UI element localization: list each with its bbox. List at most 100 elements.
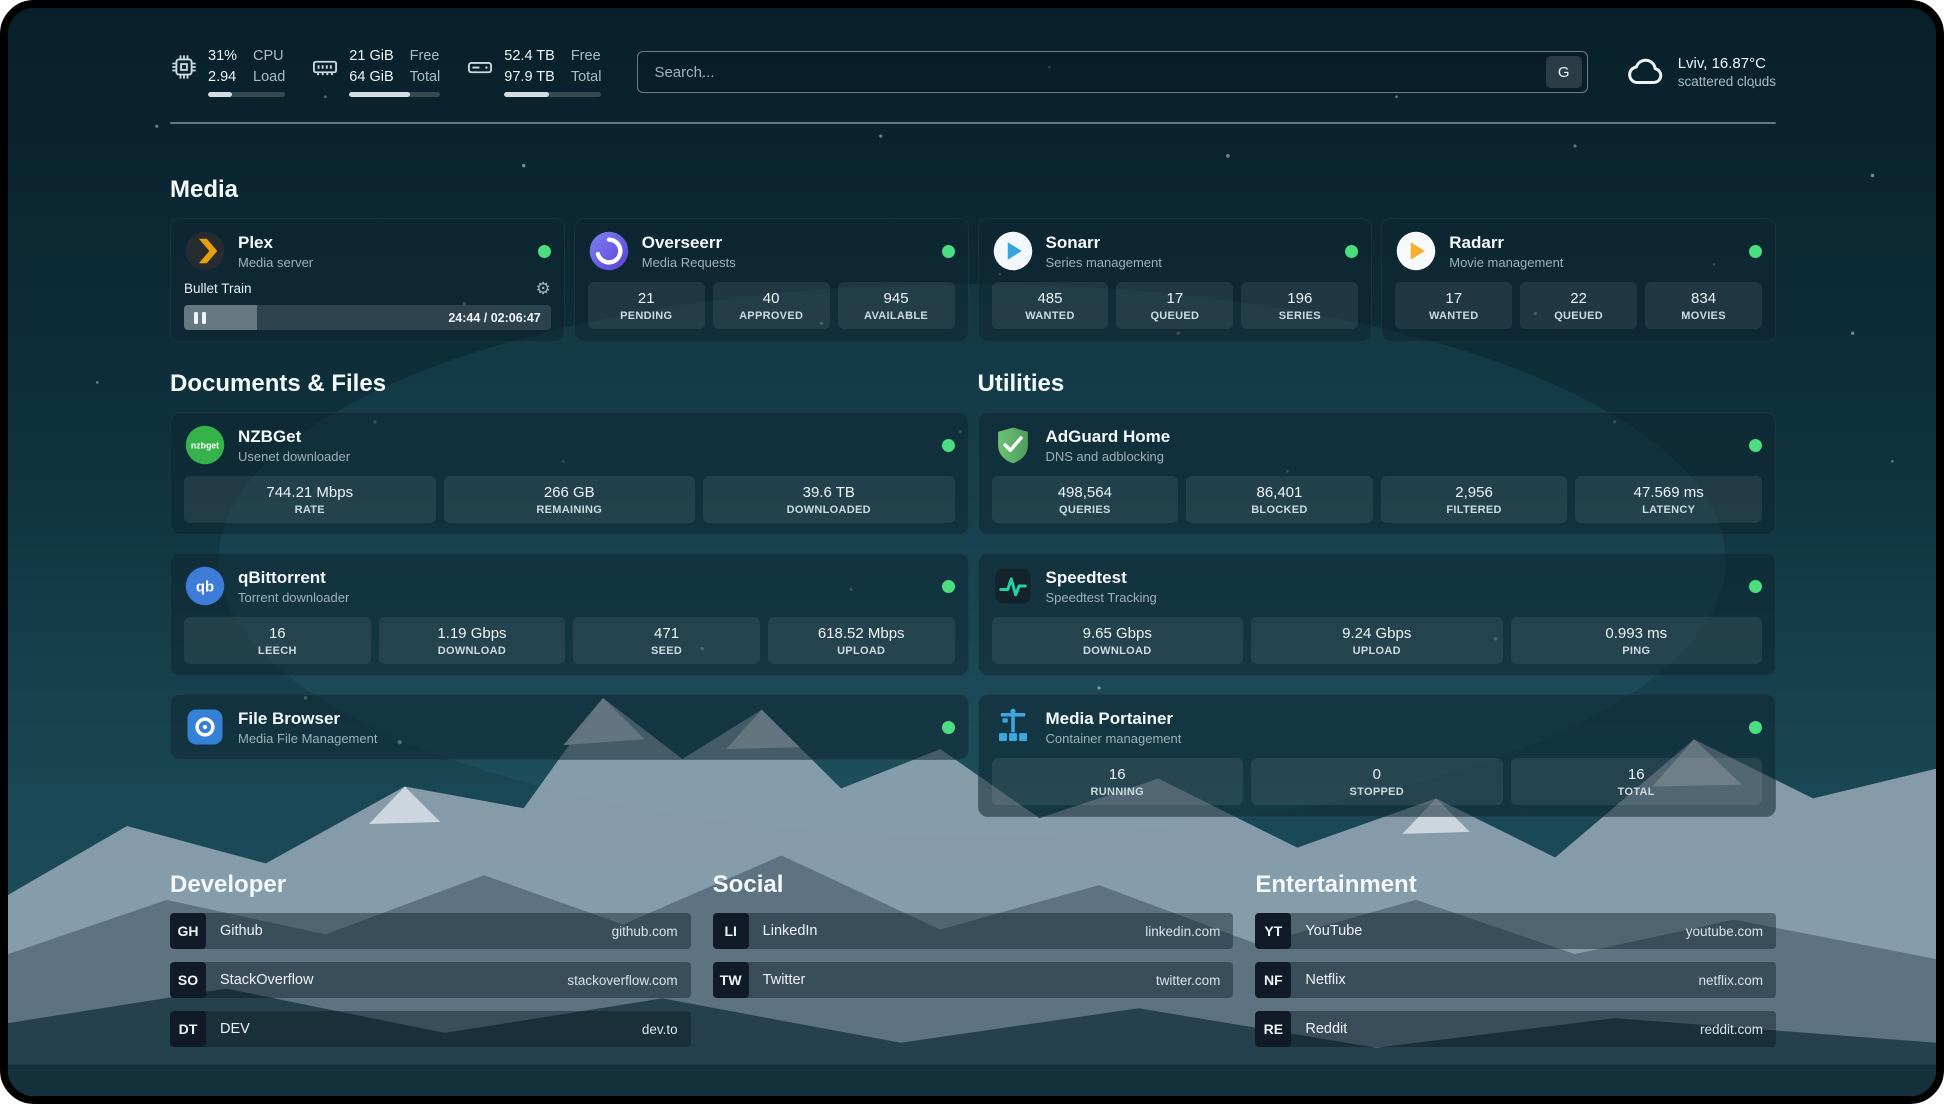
app-subtitle: DNS and adblocking [1046,449,1171,464]
app-card-plex: Plex Media server Bullet Train ⚙ 24:44 /… [170,218,565,342]
cpu-chip-icon [170,53,198,81]
playback-progress-bar[interactable]: 24:44 / 02:06:47 [184,305,551,330]
speedtest-icon [992,565,1034,607]
bookmark-name: Netflix [1305,972,1345,988]
stat: 1.19 Gbps DOWNLOAD [379,617,566,664]
stat-value: 1.19 Gbps [383,625,562,642]
bookmark-url: stackoverflow.com [567,973,690,988]
stat: 618.52 Mbps UPLOAD [768,617,955,664]
search-engine-button[interactable]: G [1546,56,1582,88]
cpu-progress-bar [208,92,285,97]
stats-row: 21 PENDING 40 APPROVED 945 AVAILABLE [588,282,955,329]
app-title: Plex [238,233,313,253]
stats-row: 16 LEECH 1.19 Gbps DOWNLOAD 471 SEED 6 [184,617,955,664]
stat-label: BLOCKED [1190,504,1369,516]
status-dot [942,439,955,452]
app-link-plex[interactable]: Plex Media server [184,230,551,272]
status-dot [538,245,551,258]
svg-text:qb: qb [196,579,214,595]
cpu-widget: 31% 2.94 CPU Load [170,47,285,96]
stat-label: REMAINING [448,504,692,516]
app-subtitle: Torrent downloader [238,590,349,605]
bookmark-url: dev.to [642,1022,691,1037]
search-input[interactable] [654,64,1545,81]
bookmark-name: LinkedIn [763,923,818,939]
stat-value: 2,956 [1385,484,1564,501]
app-card-filebrowser: File Browser Media File Management [170,694,969,760]
adguard-icon [992,424,1034,466]
settings-gear-icon[interactable]: ⚙ [536,280,551,297]
stat-label: APPROVED [717,310,826,322]
stat-value: 196 [1245,290,1354,307]
memory-values: 21 GiB 64 GiB [349,47,393,85]
stat-label: DOWNLOAD [383,645,562,657]
bookmark-twitter[interactable]: TW Twitter twitter.com [713,962,1234,998]
bookmark-badge: YT [1255,913,1291,949]
stat-value: 498,564 [996,484,1175,501]
bookmark-stackoverflow[interactable]: SO StackOverflow stackoverflow.com [170,962,691,998]
bookmark-name: DEV [220,1021,250,1037]
bookmark-github[interactable]: GH Github github.com [170,913,691,949]
app-subtitle: Media Requests [642,255,736,270]
app-card-overseerr: Overseerr Media Requests 21 PENDING 40 A… [574,218,969,342]
app-subtitle: Container management [1046,731,1182,746]
stat: 834 MOVIES [1645,282,1762,329]
app-title: NZBGet [238,427,350,447]
bookmark-badge: NF [1255,962,1291,998]
bookmark-dev[interactable]: DT DEV dev.to [170,1011,691,1047]
stat-value: 834 [1649,290,1758,307]
stat-label: WANTED [996,310,1105,322]
app-link-speedtest[interactable]: Speedtest Speedtest Tracking [992,565,1763,607]
stat: 17 WANTED [1395,282,1512,329]
bookmark-youtube[interactable]: YT YouTube youtube.com [1255,913,1776,949]
dashboard-content: 31% 2.94 CPU Load [8,8,1936,1096]
section-title-developer: Developer [170,871,691,899]
app-title: Media Portainer [1046,709,1182,729]
disk-labels: Free Total [571,47,602,85]
stat-label: AVAILABLE [842,310,951,322]
app-card-radarr: Radarr Movie management 17 WANTED 22 QUE… [1381,218,1776,342]
bookmark-badge: DT [170,1011,206,1047]
disk-total-value: 97.9 TB [504,68,555,86]
bookmark-netflix[interactable]: NF Netflix netflix.com [1255,962,1776,998]
app-card-adguard: AdGuard Home DNS and adblocking 498,564 … [978,412,1777,535]
playback-time: 24:44 / 02:06:47 [448,311,540,325]
stat: 9.24 Gbps UPLOAD [1251,617,1503,664]
stat-label: PING [1515,645,1759,657]
pause-icon[interactable] [194,312,206,324]
radarr-icon [1395,230,1437,272]
stat: 0.993 ms PING [1511,617,1763,664]
bookmark-reddit[interactable]: RE Reddit reddit.com [1255,1011,1776,1047]
memory-icon [311,53,339,81]
section-title-utilities: Utilities [978,370,1777,398]
stat-value: 485 [996,290,1105,307]
stat-label: SEED [577,645,756,657]
app-subtitle: Media File Management [238,731,377,746]
bookmark-badge: RE [1255,1011,1291,1047]
plex-icon [184,230,226,272]
bookmark-url: linkedin.com [1145,924,1233,939]
app-link-adguard[interactable]: AdGuard Home DNS and adblocking [992,424,1763,466]
stat-value: 744.21 Mbps [188,484,432,501]
app-link-qbittorrent[interactable]: qb qBittorrent Torrent downloader [184,565,955,607]
stats-row: 498,564 QUERIES 86,401 BLOCKED 2,956 FIL… [992,476,1763,523]
bookmark-linkedin[interactable]: LI LinkedIn linkedin.com [713,913,1234,949]
app-title: Sonarr [1046,233,1162,253]
app-link-nzbget[interactable]: nzbget NZBGet Usenet downloader [184,424,955,466]
app-link-sonarr[interactable]: Sonarr Series management [992,230,1359,272]
status-dot [942,245,955,258]
stat: 86,401 BLOCKED [1186,476,1373,523]
stat-value: 471 [577,625,756,642]
app-title: File Browser [238,709,377,729]
app-link-portainer[interactable]: Media Portainer Container management [992,706,1763,748]
stat: 9.65 Gbps DOWNLOAD [992,617,1244,664]
app-link-overseerr[interactable]: Overseerr Media Requests [588,230,955,272]
app-link-filebrowser[interactable]: File Browser Media File Management [184,706,955,748]
stat: 17 QUEUED [1116,282,1233,329]
stat: 40 APPROVED [713,282,830,329]
bookmark-name: Github [220,923,263,939]
bookmark-badge: LI [713,913,749,949]
app-link-radarr[interactable]: Radarr Movie management [1395,230,1762,272]
stat: 2,956 FILTERED [1381,476,1568,523]
section-title-entertainment: Entertainment [1255,871,1776,899]
